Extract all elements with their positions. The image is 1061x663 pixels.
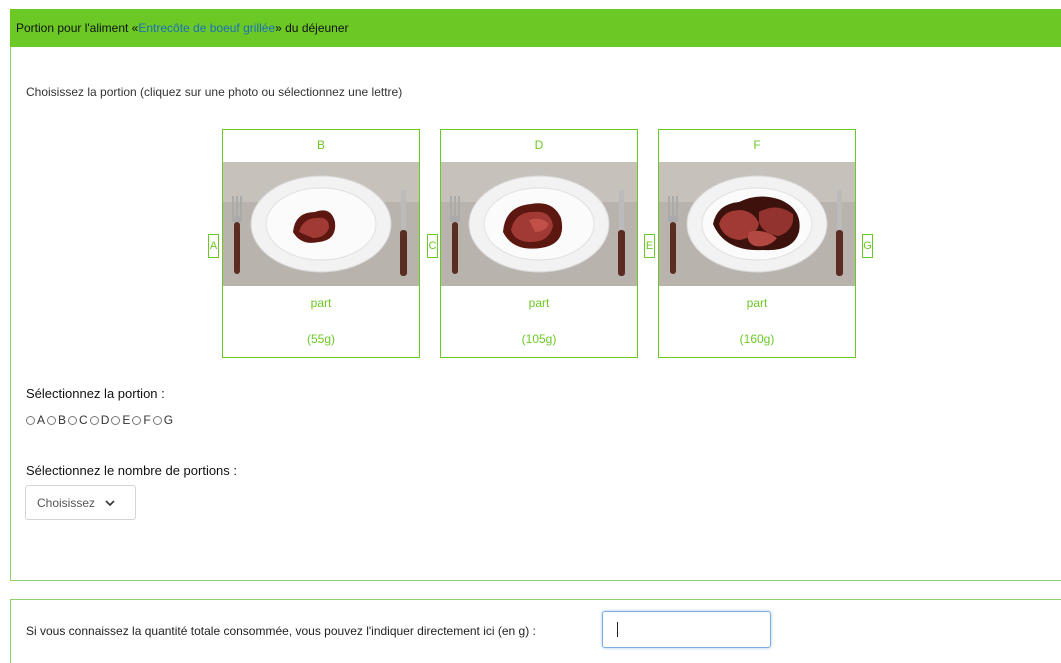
plate-photo-small	[223, 162, 419, 286]
radio-label: B	[58, 413, 67, 427]
card-letter: B	[316, 138, 325, 152]
plate-photo-large	[659, 162, 855, 286]
card-part-label: part	[310, 296, 332, 310]
portion-letter-c[interactable]: C	[427, 234, 438, 258]
panel-header: Portion pour l'aliment « Entrecôte de bo…	[10, 9, 1061, 47]
card-weight: (160g)	[739, 332, 775, 346]
radio-option-c[interactable]: C	[68, 413, 88, 427]
radio-option-e[interactable]: E	[111, 413, 130, 427]
food-name: Entrecôte de boeuf grillée	[138, 21, 276, 35]
radio-option-b[interactable]: B	[47, 413, 66, 427]
radio-circle[interactable]	[47, 415, 57, 425]
radio-option-d[interactable]: D	[89, 413, 110, 427]
knife-icon	[618, 190, 625, 276]
radio-label: D	[100, 413, 110, 427]
radio-label: G	[163, 413, 174, 427]
radio-label: F	[143, 413, 151, 427]
select-value: Choisissez	[37, 495, 96, 510]
radio-circle[interactable]	[132, 415, 142, 425]
card-weight: (55g)	[306, 332, 335, 346]
card-weight: (105g)	[521, 332, 557, 346]
portion-card-b[interactable]: B part (55g)	[222, 129, 420, 358]
portion-count-label: Sélectionnez le nombre de portions :	[26, 463, 238, 478]
portion-select-label: Sélectionnez la portion :	[26, 386, 165, 401]
radio-circle[interactable]	[111, 415, 121, 425]
header-prefix: Portion pour l'aliment «	[16, 21, 139, 35]
portion-count-select[interactable]: Choisissez	[25, 485, 136, 520]
radio-circle[interactable]	[26, 415, 35, 425]
radio-circle[interactable]	[89, 415, 99, 425]
portion-letter-g[interactable]: G	[862, 234, 873, 258]
portion-instruction: Choisissez la portion (cliquez sur une p…	[26, 85, 403, 99]
plate-photo-medium	[441, 162, 637, 286]
quantity-label: Si vous connaissez la quantité totale co…	[26, 624, 536, 638]
portion-radio-group: A B C D E F G	[26, 413, 175, 427]
portion-card-d[interactable]: D part (105g)	[440, 129, 638, 358]
quantity-input[interactable]	[602, 611, 771, 648]
radio-label: A	[37, 413, 46, 427]
radio-label: C	[79, 413, 88, 427]
radio-option-f[interactable]: F	[132, 413, 151, 427]
card-letter: D	[534, 138, 544, 152]
chevron-down-icon	[105, 499, 115, 506]
card-part-label: part	[746, 296, 768, 310]
radio-circle[interactable]	[68, 415, 78, 425]
radio-option-a[interactable]: A	[26, 413, 45, 427]
portion-letter-e[interactable]: E	[644, 234, 655, 258]
portion-card-f[interactable]: F part (160g)	[658, 129, 856, 358]
text-caret	[617, 622, 618, 637]
knife-icon	[400, 190, 407, 276]
radio-circle[interactable]	[152, 415, 162, 425]
radio-option-g[interactable]: G	[152, 413, 174, 427]
card-letter: F	[753, 138, 761, 152]
knife-icon	[836, 190, 843, 276]
header-suffix: » du déjeuner	[275, 21, 349, 35]
radio-label: E	[122, 413, 131, 427]
card-part-label: part	[528, 296, 550, 310]
portion-letter-a[interactable]: A	[208, 234, 219, 258]
